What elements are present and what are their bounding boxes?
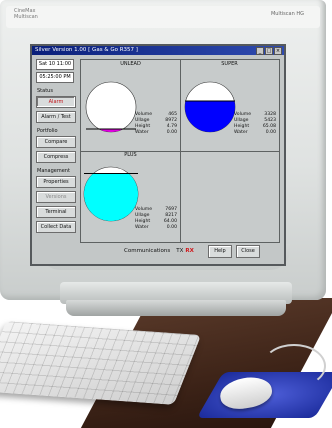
tank-stats: Volume 465 Ullage 8972 Height 4.79 Water 0.0… [135, 112, 177, 136]
maker-label: CineMax Multiscan [14, 8, 38, 20]
monitor-base [66, 300, 286, 316]
properties-button[interactable]: Properties [36, 176, 76, 188]
tank-stats: Volume 7697 Ullage 8217 Height 64.00 Water 0… [135, 207, 177, 231]
rx-indicator: RX [185, 248, 194, 254]
communications-status: Communications TX RX [124, 248, 194, 254]
tank-gauge [85, 81, 137, 133]
compare-button[interactable]: Compare [36, 136, 76, 148]
help-button[interactable]: Help [208, 245, 232, 258]
app-body: Sat 10 11:00 05:25:00 PM Status Alarm Al… [32, 55, 284, 264]
tank-fill [84, 173, 138, 221]
tank-panel[interactable]: PLUS Volume 7697 Ullage 8217 Height 64.00 W… [81, 151, 180, 242]
stat-label: Water [234, 130, 248, 135]
keyboard [0, 321, 202, 405]
management-heading: Management [37, 168, 70, 174]
stat-value: 0.00 [166, 130, 177, 135]
stat-row: Water 0.00 [135, 130, 177, 136]
tank-outline [85, 81, 137, 133]
maker-line-2: Multiscan [14, 14, 38, 20]
stat-row: Water 0.00 [234, 130, 276, 136]
model-label: Multiscan HG [270, 11, 304, 17]
close-button[interactable]: Close [236, 245, 260, 258]
disabled-button: Versions [36, 191, 76, 203]
date-display: Sat 10 11:00 [36, 59, 74, 70]
empty-tank-panel [180, 151, 279, 242]
stat-row: Water 0.00 [135, 225, 177, 231]
stat-value: 0.00 [265, 130, 276, 135]
portfolio-heading: Portfolio [37, 128, 58, 134]
maximize-button[interactable]: □ [265, 47, 273, 55]
tank-panel[interactable]: SUPER Volume 3328 Ullage 5423 Height 65.08 … [180, 60, 279, 151]
tank-panel[interactable]: UNLEAD Volume 465 Ullage 8972 Height 4.79 W… [81, 60, 180, 151]
mouse-cable [262, 344, 326, 388]
time-display: 05:25:00 PM [36, 72, 74, 83]
screen: Silver Version 1.00 [ Gas & Go R357 ] _ … [30, 44, 286, 266]
tank-stats: Volume 3328 Ullage 5423 Height 65.08 Water 0… [234, 112, 276, 136]
compress-button[interactable]: Compress [36, 151, 76, 163]
tank-grid: UNLEAD Volume 465 Ullage 8972 Height 4.79 W… [80, 59, 280, 243]
stat-label: Water [135, 225, 149, 230]
window-title: Silver Version 1.00 [ Gas & Go R357 ] [35, 47, 138, 53]
window-controls: _ □ × [256, 47, 282, 55]
alarm-button[interactable]: Alarm [36, 96, 76, 108]
tx-indicator: TX [176, 248, 184, 254]
stat-value: 0.00 [166, 225, 177, 230]
tank-fill [185, 101, 235, 132]
monitor-top-bezel [6, 6, 320, 28]
communications-label: Communications [124, 248, 171, 254]
stat-label: Water [135, 130, 149, 135]
footer-bar: Communications TX RX Help Close [80, 245, 278, 259]
minimize-button[interactable]: _ [256, 47, 264, 55]
status-heading: Status [37, 88, 53, 94]
close-window-button[interactable]: × [274, 47, 282, 55]
collect-data-button[interactable]: Collect Data [36, 221, 76, 233]
alarm-test-button[interactable]: Alarm / Test [36, 111, 76, 123]
terminal-button[interactable]: Terminal [36, 206, 76, 218]
sidebar: Sat 10 11:00 05:25:00 PM Status Alarm Al… [36, 59, 76, 236]
tank-gauge [184, 81, 236, 133]
title-bar[interactable]: Silver Version 1.00 [ Gas & Go R357 ] _ … [32, 46, 284, 55]
